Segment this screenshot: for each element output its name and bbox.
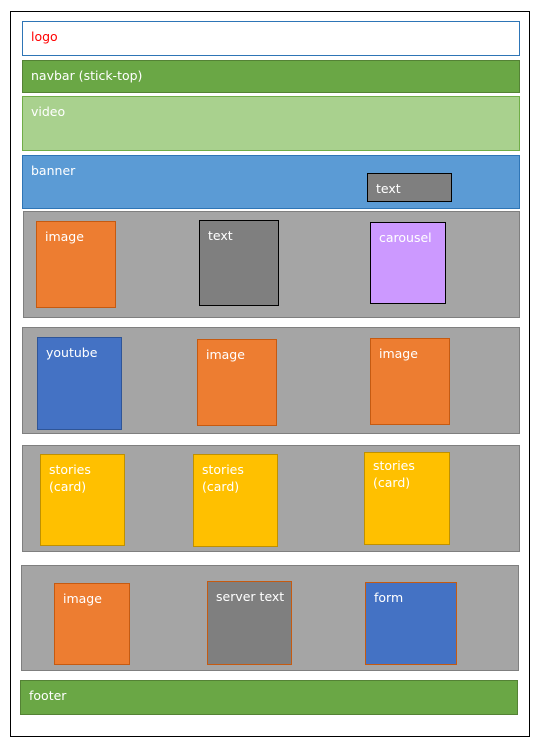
footer-label: footer [29, 688, 67, 703]
row1-image-box: image [36, 221, 116, 308]
banner-text-box: text [367, 173, 452, 202]
row1-carousel-label: carousel [379, 230, 432, 245]
row3-stories-b-label: stories (card) [202, 462, 244, 494]
row3-stories-c-label: stories (card) [373, 458, 415, 490]
row3-stories-card-c: stories (card) [364, 452, 450, 545]
video-label: video [31, 104, 66, 119]
row3-stories-card-b: stories (card) [193, 454, 278, 547]
row3-stories-card-a: stories (card) [40, 454, 125, 546]
row4-image-box: image [54, 583, 130, 665]
row4-server-text-label: server text [216, 589, 285, 604]
video-box: video [22, 96, 520, 151]
navbar-label: navbar (stick-top) [31, 68, 143, 83]
row1-text-label: text [208, 228, 233, 243]
row4-form-label: form [374, 590, 404, 605]
banner-text-label: text [376, 181, 401, 196]
banner-label: banner [31, 163, 76, 178]
row4-image-label: image [63, 591, 102, 606]
row2-image-b-label: image [379, 346, 418, 361]
row2-youtube-label: youtube [46, 345, 98, 360]
logo-label: logo [31, 29, 58, 44]
row1-text-box: text [199, 220, 279, 306]
logo-box: logo [22, 21, 520, 56]
row2-image-a-box: image [197, 339, 277, 426]
row3-stories-a-label: stories (card) [49, 462, 91, 494]
row1-carousel-box: carousel [370, 222, 446, 304]
row2-image-a-label: image [206, 347, 245, 362]
row2-image-b-box: image [370, 338, 450, 425]
row2-youtube-box: youtube [37, 337, 122, 430]
navbar-box: navbar (stick-top) [22, 60, 520, 93]
footer-box: footer [20, 680, 518, 715]
row4-form-box: form [365, 582, 457, 665]
row1-image-label: image [45, 229, 84, 244]
row4-server-text-box: server text [207, 581, 292, 665]
